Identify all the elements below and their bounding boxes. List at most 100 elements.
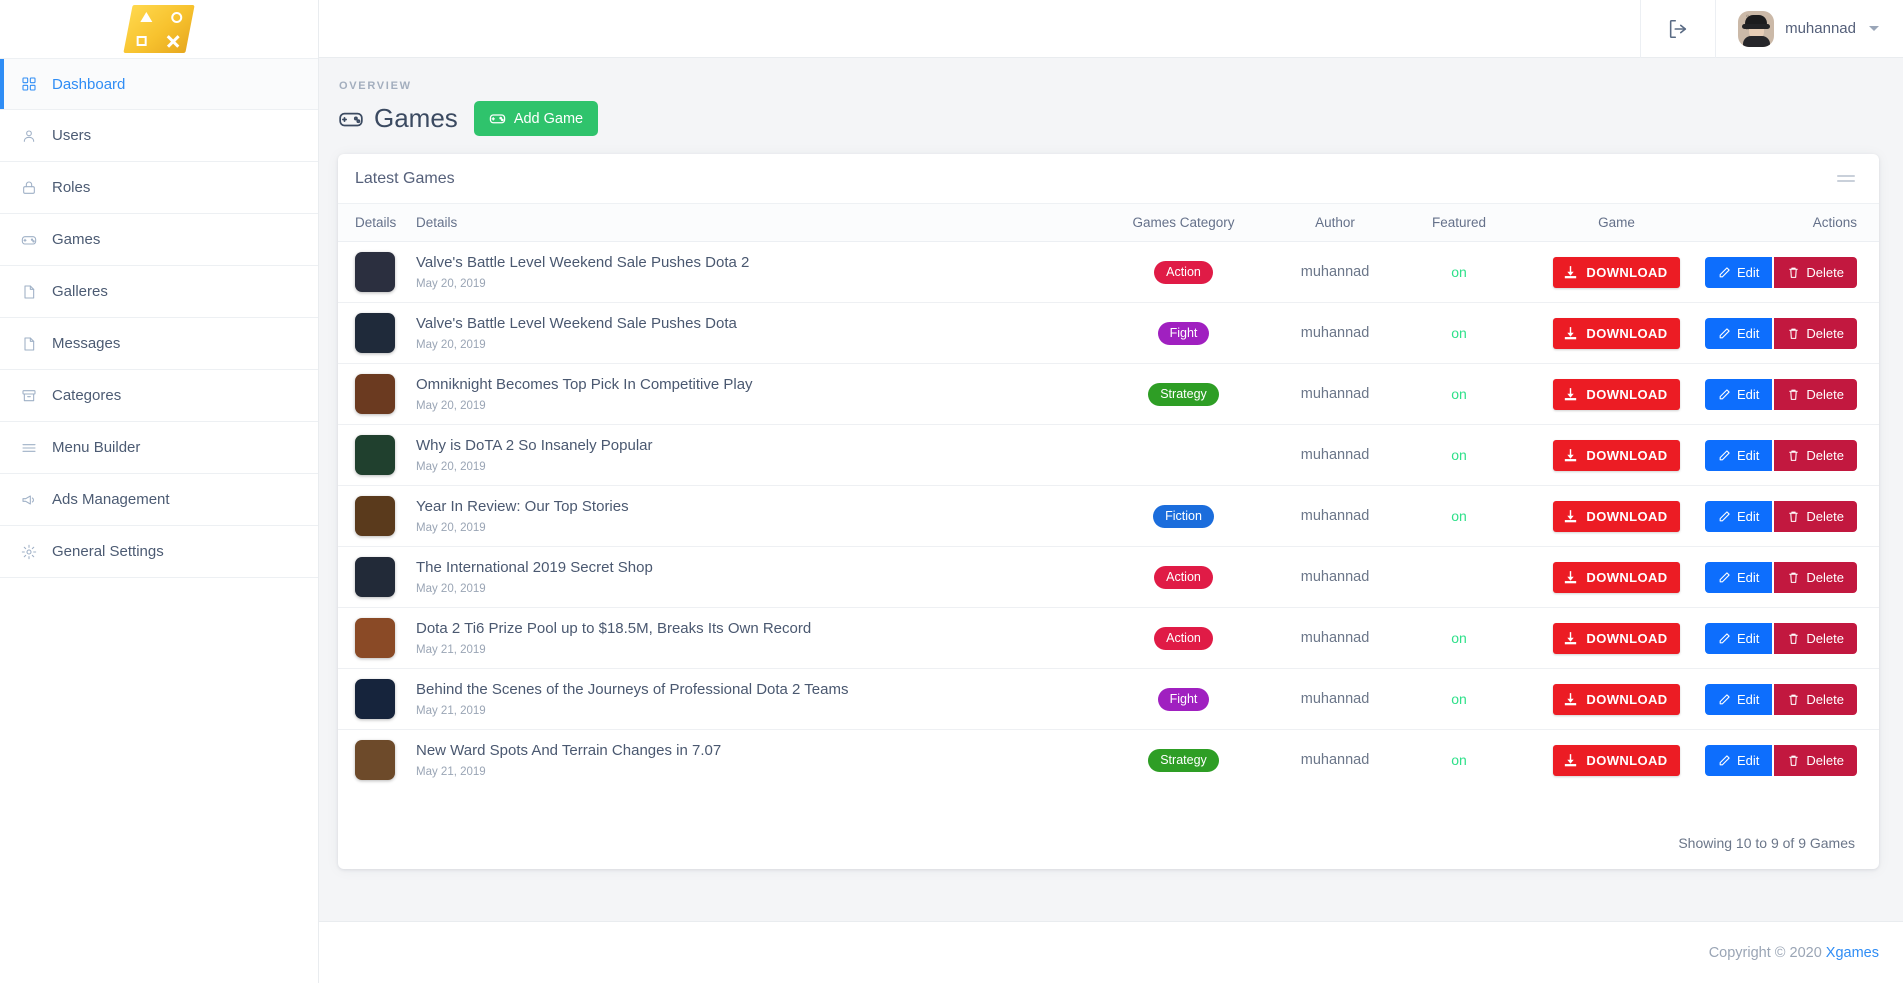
sidebar-item-roles[interactable]: Roles [0,162,318,214]
edit-label: Edit [1737,569,1760,585]
delete-button[interactable]: Delete [1774,256,1857,288]
featured-cell: on [1399,607,1519,669]
sidebar-item-label: Games [52,231,101,248]
column-header-thumb[interactable]: Details [338,204,416,242]
chevron-down-icon [1869,26,1879,31]
add-game-button[interactable]: Add Game [473,101,599,136]
sidebar-item-label: Menu Builder [52,439,141,456]
author-name: muhannad [1300,630,1370,646]
featured-cell: on [1399,485,1519,547]
sidebar-item-games[interactable]: Games [0,214,318,266]
table-row: Year In Review: Our Top Stories May 20, 2… [338,485,1879,547]
game-title[interactable]: Valve's Battle Level Weekend Sale Pushes… [416,254,1096,273]
user-name: muhannad [1785,20,1856,37]
user-menu[interactable]: mumo muhannad [1716,0,1903,58]
download-button[interactable]: DOWNLOAD [1553,378,1680,410]
edit-button[interactable]: Edit [1705,683,1773,715]
actions-cell: Edit Delete [1705,668,1879,730]
minimize-icon[interactable] [1837,173,1855,185]
featured-cell [1399,546,1519,608]
game-title[interactable]: Valve's Battle Level Weekend Sale Pushes… [416,315,1096,334]
edit-button[interactable]: Edit [1705,744,1773,776]
delete-button[interactable]: Delete [1774,317,1857,349]
download-button[interactable]: DOWNLOAD [1553,256,1680,288]
delete-button[interactable]: Delete [1774,439,1857,471]
edit-button[interactable]: Edit [1705,500,1773,532]
edit-button[interactable]: Edit [1705,561,1773,593]
table-head: Details Details Games Category Author Fe… [338,204,1879,242]
sidebar-item-users[interactable]: Users [0,110,318,162]
download-button[interactable]: DOWNLOAD [1553,561,1680,593]
edit-button[interactable]: Edit [1705,317,1773,349]
game-title[interactable]: The International 2019 Secret Shop [416,559,1096,578]
download-icon [1565,753,1577,766]
logout-button[interactable] [1641,0,1715,58]
game-title[interactable]: Behind the Scenes of the Journeys of Pro… [416,681,1096,700]
download-button[interactable]: DOWNLOAD [1553,744,1680,776]
download-button[interactable]: DOWNLOAD [1553,500,1680,532]
game-thumbnail [355,557,395,597]
edit-label: Edit [1737,325,1760,341]
document-icon [20,283,38,301]
download-button[interactable]: DOWNLOAD [1553,317,1680,349]
sidebar-item-dashboard[interactable]: Dashboard [0,58,318,110]
download-button[interactable]: DOWNLOAD [1553,683,1680,715]
column-header-actions[interactable]: Actions [1714,204,1879,242]
edit-button[interactable]: Edit [1705,378,1773,410]
sidebar-item-general-settings[interactable]: General Settings [0,526,318,578]
column-header-featured[interactable]: Featured [1399,204,1519,242]
game-cell: DOWNLOAD [1519,363,1714,425]
brand-link[interactable]: Xgames [1826,945,1879,961]
sidebar-item-menu-builder[interactable]: Menu Builder [0,422,318,474]
category-cell [1096,424,1271,486]
brand-logo[interactable] [0,0,318,58]
delete-button[interactable]: Delete [1774,561,1857,593]
category-cell: Strategy [1096,730,1271,791]
author-name: muhannad [1300,447,1370,463]
pencil-icon [1719,388,1730,399]
author-name: muhannad [1300,325,1370,341]
delete-button[interactable]: Delete [1774,378,1857,410]
edit-button[interactable]: Edit [1705,439,1773,471]
download-icon [1565,631,1577,644]
sidebar-item-messages[interactable]: Messages [0,318,318,370]
download-button[interactable]: DOWNLOAD [1553,622,1680,654]
download-button[interactable]: DOWNLOAD [1553,439,1680,471]
column-header-author[interactable]: Author [1271,204,1399,242]
add-game-label: Add Game [513,110,584,127]
trash-icon [1789,267,1799,278]
game-title[interactable]: Omniknight Becomes Top Pick In Competiti… [416,376,1096,395]
game-thumbnail [355,618,395,658]
thumb-cell [338,241,416,303]
column-header-details[interactable]: Details [416,204,1096,242]
sidebar-item-categores[interactable]: Categores [0,370,318,422]
game-title[interactable]: Year In Review: Our Top Stories [416,498,1096,517]
game-title[interactable]: Dota 2 Ti6 Prize Pool up to $18.5M, Brea… [416,620,1096,639]
page-content: OVERVIEW Games Add Game Latest Games Det… [319,58,1903,921]
sidebar-item-galleres[interactable]: Galleres [0,266,318,318]
download-label: DOWNLOAD [1586,325,1668,341]
trash-icon [1789,450,1799,461]
game-date: May 20, 2019 [416,338,486,351]
sidebar-nav: Dashboard Users Roles Games Galleres Messages… [0,58,318,578]
game-date: May 21, 2019 [416,643,486,656]
edit-button[interactable]: Edit [1705,256,1773,288]
game-title[interactable]: New Ward Spots And Terrain Changes in 7.… [416,742,1096,761]
column-header-category[interactable]: Games Category [1096,204,1271,242]
delete-button[interactable]: Delete [1774,500,1857,532]
edit-button[interactable]: Edit [1705,622,1773,654]
delete-button[interactable]: Delete [1774,622,1857,654]
delete-button[interactable]: Delete [1774,744,1857,776]
column-header-game[interactable]: Game [1519,204,1714,242]
game-thumbnail [355,252,395,292]
game-title[interactable]: Why is DoTA 2 So Insanely Popular [416,437,1096,456]
sidebar-item-label: General Settings [52,543,164,560]
trash-icon [1789,694,1799,705]
details-cell: Why is DoTA 2 So Insanely Popular May 20,… [416,424,1096,486]
delete-button[interactable]: Delete [1774,683,1857,715]
category-cell: Fight [1096,668,1271,730]
featured-cell: on [1399,241,1519,303]
sidebar-item-ads-management[interactable]: Ads Management [0,474,318,526]
game-thumbnail [355,313,395,353]
table-row: Valve's Battle Level Weekend Sale Pushes… [338,302,1879,364]
